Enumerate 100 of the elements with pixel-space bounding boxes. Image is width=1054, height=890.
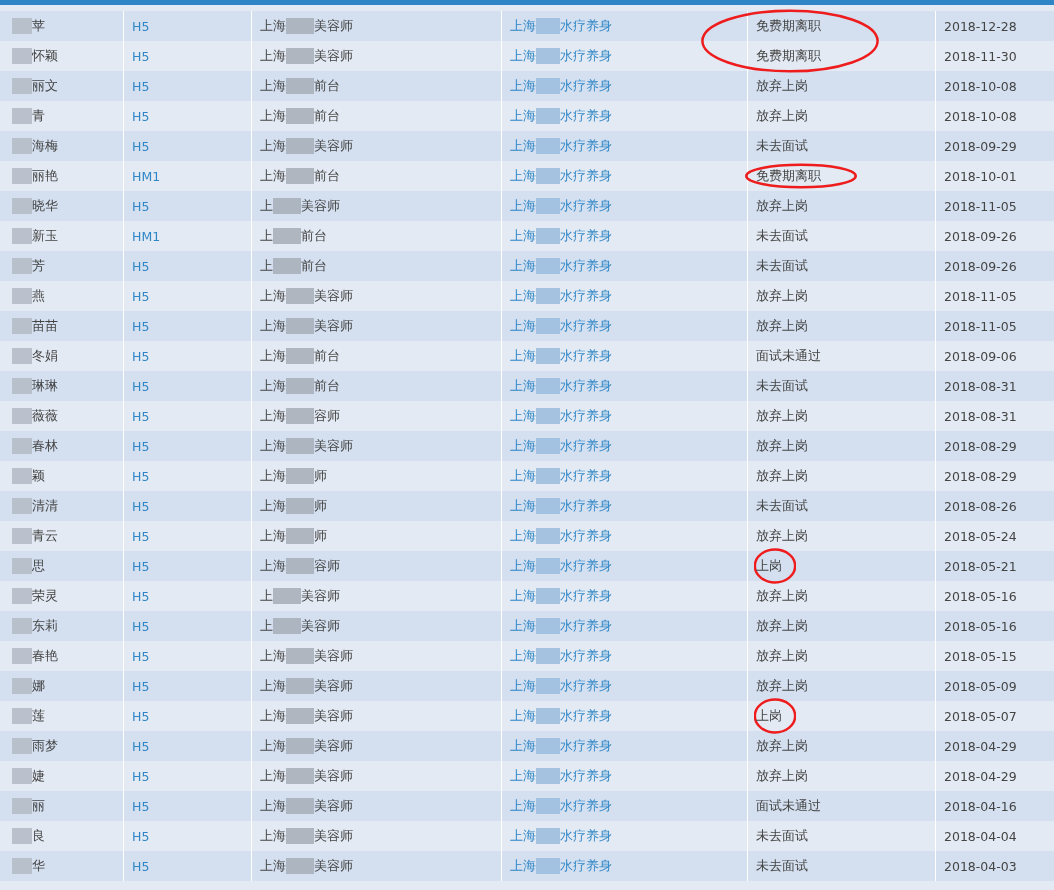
store-link[interactable]: 水疗养身 [560,77,612,95]
code-link[interactable]: H5 [132,288,150,304]
store-link[interactable]: 上海 [510,347,536,365]
store-link[interactable]: 上海 [510,227,536,245]
store-link[interactable]: 水疗养身 [560,497,612,515]
store-link[interactable]: 水疗养身 [560,377,612,395]
store-link[interactable]: 上海 [510,857,536,875]
store-link[interactable]: 上海 [510,797,536,815]
store-link[interactable]: 上海 [510,47,536,65]
position-text: 上海 [260,47,286,65]
store-link[interactable]: 水疗养身 [560,677,612,695]
date-text: 2018-08-26 [944,498,1017,514]
store-link[interactable]: 水疗养身 [560,407,612,425]
store-link[interactable]: 水疗养身 [560,47,612,65]
store-link[interactable]: 上海 [510,77,536,95]
store-link[interactable]: 上海 [510,527,536,545]
code-link[interactable]: H5 [132,828,150,844]
store-link[interactable]: 上海 [510,617,536,635]
store-link[interactable]: 水疗养身 [560,767,612,785]
code-link[interactable]: H5 [132,738,150,754]
store-link[interactable]: 上海 [510,557,536,575]
store-link[interactable]: 水疗养身 [560,137,612,155]
code-link[interactable]: H5 [132,648,150,664]
code-link[interactable]: H5 [132,438,150,454]
store-link[interactable]: 水疗养身 [560,707,612,725]
store-link[interactable]: 上海 [510,827,536,845]
store-link[interactable]: 水疗养身 [560,197,612,215]
code-link[interactable]: H5 [132,498,150,514]
store-link[interactable]: 上海 [510,257,536,275]
store-link[interactable]: 水疗养身 [560,227,612,245]
store-link[interactable]: 水疗养身 [560,587,612,605]
store-link[interactable]: 水疗养身 [560,557,612,575]
code-link[interactable]: HM1 [132,168,161,184]
store-link[interactable]: 上海 [510,647,536,665]
code-link[interactable]: H5 [132,678,150,694]
store-link[interactable]: 水疗养身 [560,857,612,875]
blur-mosaic [286,828,314,844]
store-link[interactable]: 水疗养身 [560,317,612,335]
code-link[interactable]: H5 [132,858,150,874]
code-link[interactable]: H5 [132,348,150,364]
store-link[interactable]: 上海 [510,767,536,785]
code-link[interactable]: H5 [132,408,150,424]
store-link[interactable]: 水疗养身 [560,437,612,455]
blur-mosaic [536,858,560,874]
store-link[interactable]: 上海 [510,17,536,35]
position-text: 前台 [314,107,340,125]
store-link[interactable]: 上海 [510,467,536,485]
store-link[interactable]: 上海 [510,587,536,605]
store-link[interactable]: 上海 [510,737,536,755]
position-text: 前台 [314,167,340,185]
store-link[interactable]: 水疗养身 [560,347,612,365]
code-link[interactable]: H5 [132,48,150,64]
code-link[interactable]: H5 [132,318,150,334]
store-link[interactable]: 水疗养身 [560,617,612,635]
code-link[interactable]: H5 [132,378,150,394]
store-link[interactable]: 上海 [510,197,536,215]
code-link[interactable]: H5 [132,528,150,544]
code-link[interactable]: H5 [132,18,150,34]
code-link[interactable]: H5 [132,708,150,724]
store-link[interactable]: 上海 [510,377,536,395]
store-link[interactable]: 上海 [510,137,536,155]
position-text: 上海 [260,437,286,455]
store-link[interactable]: 上海 [510,287,536,305]
code-link[interactable]: H5 [132,768,150,784]
code-link[interactable]: HM1 [132,228,161,244]
store-link[interactable]: 水疗养身 [560,257,612,275]
code-link[interactable]: H5 [132,78,150,94]
store-link[interactable]: 水疗养身 [560,737,612,755]
store-link[interactable]: 水疗养身 [560,827,612,845]
code-link[interactable]: H5 [132,198,150,214]
code-link[interactable]: H5 [132,798,150,814]
store-link[interactable]: 上海 [510,407,536,425]
store-link[interactable]: 上海 [510,167,536,185]
store-link[interactable]: 水疗养身 [560,287,612,305]
store-link[interactable]: 水疗养身 [560,527,612,545]
blur-mosaic [286,168,314,184]
store-link[interactable]: 水疗养身 [560,167,612,185]
store-link[interactable]: 上海 [510,497,536,515]
store-link[interactable]: 上海 [510,317,536,335]
store-link[interactable]: 上海 [510,437,536,455]
code-link[interactable]: H5 [132,138,150,154]
blur-mosaic [536,78,560,94]
store-link[interactable]: 水疗养身 [560,107,612,125]
store-link[interactable]: 水疗养身 [560,797,612,815]
code-link[interactable]: H5 [132,468,150,484]
blur-mosaic [12,618,32,634]
store-link[interactable]: 上海 [510,707,536,725]
store-link[interactable]: 水疗养身 [560,647,612,665]
store-link[interactable]: 水疗养身 [560,467,612,485]
blur-mosaic [286,498,314,514]
store-link[interactable]: 上海 [510,677,536,695]
code-link[interactable]: H5 [132,558,150,574]
code-link[interactable]: H5 [132,618,150,634]
blur-mosaic [286,738,314,754]
date-text: 2018-05-09 [944,678,1017,694]
code-link[interactable]: H5 [132,588,150,604]
store-link[interactable]: 水疗养身 [560,17,612,35]
code-link[interactable]: H5 [132,258,150,274]
store-link[interactable]: 上海 [510,107,536,125]
code-link[interactable]: H5 [132,108,150,124]
